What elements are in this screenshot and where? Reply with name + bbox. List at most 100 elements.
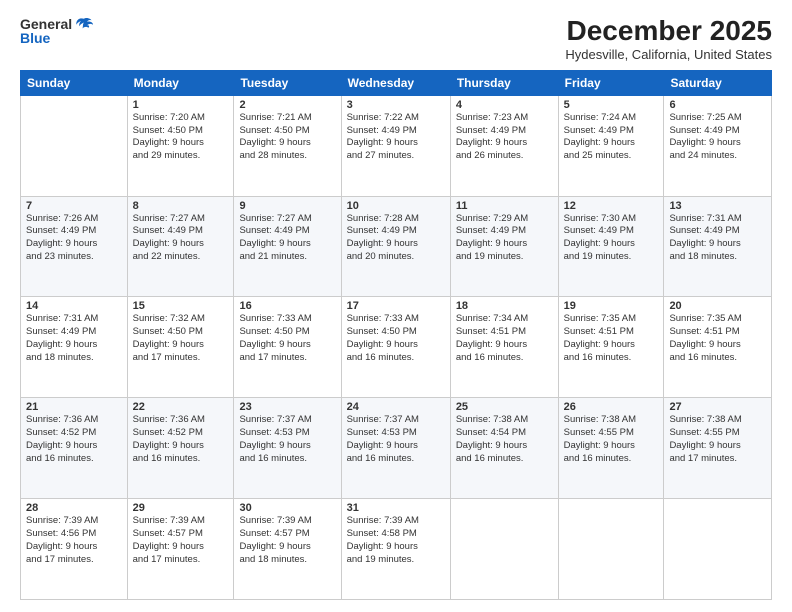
calendar-cell-w1-d3: 2Sunrise: 7:21 AMSunset: 4:50 PMDaylight… [234, 95, 341, 196]
calendar-table: SundayMondayTuesdayWednesdayThursdayFrid… [20, 70, 772, 600]
day-info-30: Sunrise: 7:39 AMSunset: 4:57 PMDaylight:… [239, 515, 335, 566]
calendar-header-row: SundayMondayTuesdayWednesdayThursdayFrid… [21, 70, 772, 95]
calendar-cell-w2-d4: 10Sunrise: 7:28 AMSunset: 4:49 PMDayligh… [341, 196, 450, 297]
day-number-20: 20 [669, 300, 766, 312]
month-title: December 2025 [565, 16, 772, 47]
day-number-13: 13 [669, 200, 766, 212]
calendar-cell-w1-d4: 3Sunrise: 7:22 AMSunset: 4:49 PMDaylight… [341, 95, 450, 196]
day-number-19: 19 [564, 300, 659, 312]
day-info-8: Sunrise: 7:27 AMSunset: 4:49 PMDaylight:… [133, 213, 229, 264]
day-number-26: 26 [564, 401, 659, 413]
day-info-19: Sunrise: 7:35 AMSunset: 4:51 PMDaylight:… [564, 313, 659, 364]
day-number-17: 17 [347, 300, 445, 312]
calendar-cell-w3-d4: 17Sunrise: 7:33 AMSunset: 4:50 PMDayligh… [341, 297, 450, 398]
day-info-31: Sunrise: 7:39 AMSunset: 4:58 PMDaylight:… [347, 515, 445, 566]
day-info-20: Sunrise: 7:35 AMSunset: 4:51 PMDaylight:… [669, 313, 766, 364]
calendar-cell-w2-d2: 8Sunrise: 7:27 AMSunset: 4:49 PMDaylight… [127, 196, 234, 297]
day-number-7: 7 [26, 200, 122, 212]
day-info-11: Sunrise: 7:29 AMSunset: 4:49 PMDaylight:… [456, 213, 553, 264]
header-saturday: Saturday [664, 70, 772, 95]
day-number-8: 8 [133, 200, 229, 212]
day-number-18: 18 [456, 300, 553, 312]
day-info-18: Sunrise: 7:34 AMSunset: 4:51 PMDaylight:… [456, 313, 553, 364]
calendar-cell-w4-d3: 23Sunrise: 7:37 AMSunset: 4:53 PMDayligh… [234, 398, 341, 499]
header-thursday: Thursday [450, 70, 558, 95]
calendar-cell-w2-d6: 12Sunrise: 7:30 AMSunset: 4:49 PMDayligh… [558, 196, 664, 297]
day-info-6: Sunrise: 7:25 AMSunset: 4:49 PMDaylight:… [669, 112, 766, 163]
calendar-cell-w4-d1: 21Sunrise: 7:36 AMSunset: 4:52 PMDayligh… [21, 398, 128, 499]
day-info-10: Sunrise: 7:28 AMSunset: 4:49 PMDaylight:… [347, 213, 445, 264]
day-number-9: 9 [239, 200, 335, 212]
day-number-5: 5 [564, 99, 659, 111]
day-number-3: 3 [347, 99, 445, 111]
calendar-cell-w5-d5 [450, 499, 558, 600]
day-number-28: 28 [26, 502, 122, 514]
calendar-cell-w1-d2: 1Sunrise: 7:20 AMSunset: 4:50 PMDaylight… [127, 95, 234, 196]
header: General Blue December 2025 Hydesville, C… [20, 16, 772, 62]
day-info-5: Sunrise: 7:24 AMSunset: 4:49 PMDaylight:… [564, 112, 659, 163]
header-wednesday: Wednesday [341, 70, 450, 95]
location: Hydesville, California, United States [565, 47, 772, 62]
calendar-cell-w5-d6 [558, 499, 664, 600]
title-block: December 2025 Hydesville, California, Un… [565, 16, 772, 62]
day-number-14: 14 [26, 300, 122, 312]
day-number-15: 15 [133, 300, 229, 312]
day-number-24: 24 [347, 401, 445, 413]
calendar-cell-w3-d1: 14Sunrise: 7:31 AMSunset: 4:49 PMDayligh… [21, 297, 128, 398]
calendar-cell-w1-d6: 5Sunrise: 7:24 AMSunset: 4:49 PMDaylight… [558, 95, 664, 196]
logo: General Blue [20, 16, 93, 46]
calendar-cell-w2-d1: 7Sunrise: 7:26 AMSunset: 4:49 PMDaylight… [21, 196, 128, 297]
header-tuesday: Tuesday [234, 70, 341, 95]
calendar-cell-w3-d5: 18Sunrise: 7:34 AMSunset: 4:51 PMDayligh… [450, 297, 558, 398]
day-info-24: Sunrise: 7:37 AMSunset: 4:53 PMDaylight:… [347, 414, 445, 465]
calendar-cell-w3-d3: 16Sunrise: 7:33 AMSunset: 4:50 PMDayligh… [234, 297, 341, 398]
day-info-7: Sunrise: 7:26 AMSunset: 4:49 PMDaylight:… [26, 213, 122, 264]
day-info-16: Sunrise: 7:33 AMSunset: 4:50 PMDaylight:… [239, 313, 335, 364]
logo-bird-icon [75, 17, 93, 31]
day-number-10: 10 [347, 200, 445, 212]
day-info-14: Sunrise: 7:31 AMSunset: 4:49 PMDaylight:… [26, 313, 122, 364]
logo-blue: Blue [20, 30, 50, 46]
day-number-1: 1 [133, 99, 229, 111]
week-row-3: 14Sunrise: 7:31 AMSunset: 4:49 PMDayligh… [21, 297, 772, 398]
calendar-cell-w5-d4: 31Sunrise: 7:39 AMSunset: 4:58 PMDayligh… [341, 499, 450, 600]
week-row-4: 21Sunrise: 7:36 AMSunset: 4:52 PMDayligh… [21, 398, 772, 499]
calendar-cell-w1-d7: 6Sunrise: 7:25 AMSunset: 4:49 PMDaylight… [664, 95, 772, 196]
day-number-11: 11 [456, 200, 553, 212]
day-info-15: Sunrise: 7:32 AMSunset: 4:50 PMDaylight:… [133, 313, 229, 364]
header-friday: Friday [558, 70, 664, 95]
day-number-4: 4 [456, 99, 553, 111]
day-info-21: Sunrise: 7:36 AMSunset: 4:52 PMDaylight:… [26, 414, 122, 465]
day-number-27: 27 [669, 401, 766, 413]
day-number-31: 31 [347, 502, 445, 514]
calendar-cell-w2-d5: 11Sunrise: 7:29 AMSunset: 4:49 PMDayligh… [450, 196, 558, 297]
calendar-cell-w5-d1: 28Sunrise: 7:39 AMSunset: 4:56 PMDayligh… [21, 499, 128, 600]
calendar-cell-w3-d7: 20Sunrise: 7:35 AMSunset: 4:51 PMDayligh… [664, 297, 772, 398]
calendar-cell-w4-d4: 24Sunrise: 7:37 AMSunset: 4:53 PMDayligh… [341, 398, 450, 499]
day-number-25: 25 [456, 401, 553, 413]
calendar-cell-w5-d7 [664, 499, 772, 600]
day-info-26: Sunrise: 7:38 AMSunset: 4:55 PMDaylight:… [564, 414, 659, 465]
page: General Blue December 2025 Hydesville, C… [0, 0, 792, 612]
day-info-12: Sunrise: 7:30 AMSunset: 4:49 PMDaylight:… [564, 213, 659, 264]
day-info-29: Sunrise: 7:39 AMSunset: 4:57 PMDaylight:… [133, 515, 229, 566]
day-number-16: 16 [239, 300, 335, 312]
day-number-12: 12 [564, 200, 659, 212]
day-info-27: Sunrise: 7:38 AMSunset: 4:55 PMDaylight:… [669, 414, 766, 465]
week-row-2: 7Sunrise: 7:26 AMSunset: 4:49 PMDaylight… [21, 196, 772, 297]
calendar-cell-w1-d1 [21, 95, 128, 196]
day-info-22: Sunrise: 7:36 AMSunset: 4:52 PMDaylight:… [133, 414, 229, 465]
day-info-23: Sunrise: 7:37 AMSunset: 4:53 PMDaylight:… [239, 414, 335, 465]
header-monday: Monday [127, 70, 234, 95]
day-number-23: 23 [239, 401, 335, 413]
day-info-1: Sunrise: 7:20 AMSunset: 4:50 PMDaylight:… [133, 112, 229, 163]
day-info-28: Sunrise: 7:39 AMSunset: 4:56 PMDaylight:… [26, 515, 122, 566]
day-info-4: Sunrise: 7:23 AMSunset: 4:49 PMDaylight:… [456, 112, 553, 163]
day-number-29: 29 [133, 502, 229, 514]
day-number-21: 21 [26, 401, 122, 413]
calendar-cell-w5-d2: 29Sunrise: 7:39 AMSunset: 4:57 PMDayligh… [127, 499, 234, 600]
calendar-cell-w2-d7: 13Sunrise: 7:31 AMSunset: 4:49 PMDayligh… [664, 196, 772, 297]
day-number-22: 22 [133, 401, 229, 413]
day-info-3: Sunrise: 7:22 AMSunset: 4:49 PMDaylight:… [347, 112, 445, 163]
day-info-25: Sunrise: 7:38 AMSunset: 4:54 PMDaylight:… [456, 414, 553, 465]
